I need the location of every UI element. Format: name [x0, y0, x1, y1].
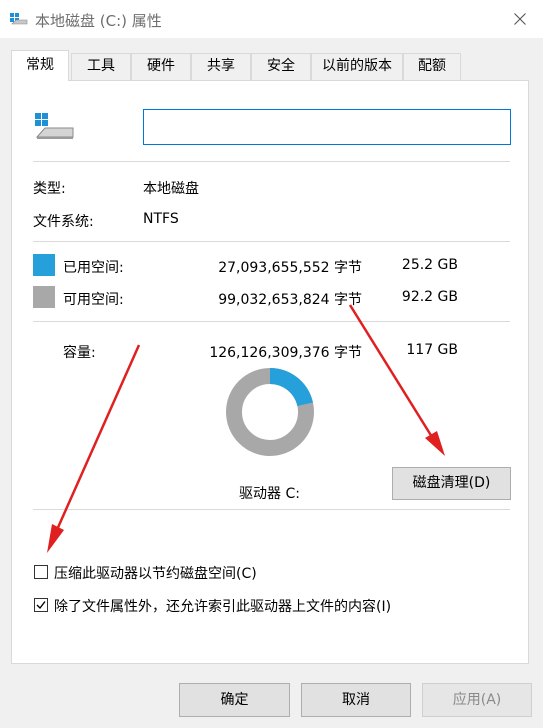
- tab-sharing[interactable]: 共享: [191, 53, 251, 80]
- filesystem-value: NTFS: [143, 211, 179, 227]
- capacity-bytes: 126,126,309,376 字节: [209, 345, 362, 361]
- type-value: 本地磁盘: [143, 181, 199, 197]
- tab-security[interactable]: 安全: [251, 53, 311, 80]
- compress-checkbox-label[interactable]: 压缩此驱动器以节约磁盘空间(C): [54, 563, 257, 583]
- window-title: 本地磁盘 (C:) 属性: [35, 12, 162, 30]
- drive-label: 驱动器 C:: [239, 486, 300, 502]
- capacity-label: 容量:: [63, 345, 96, 361]
- used-space-label: 已用空间:: [63, 260, 124, 276]
- separator: [33, 241, 510, 242]
- index-checkbox-label[interactable]: 除了文件属性外，还允许索引此驱动器上文件的内容(I): [54, 596, 391, 616]
- tab-quota[interactable]: 配额: [403, 53, 461, 80]
- type-label: 类型:: [33, 181, 66, 197]
- free-space-label: 可用空间:: [63, 292, 124, 308]
- tab-tools[interactable]: 工具: [71, 53, 131, 80]
- filesystem-label: 文件系统:: [33, 214, 94, 230]
- separator: [33, 321, 510, 322]
- close-button[interactable]: [497, 0, 543, 38]
- separator: [33, 161, 510, 162]
- general-panel: 类型: 本地磁盘 文件系统: NTFS 已用空间: 27,093,655,552…: [11, 80, 529, 664]
- free-space-swatch: [33, 286, 55, 308]
- disk-cleanup-button[interactable]: 磁盘清理(D): [392, 467, 511, 500]
- tab-previous-versions[interactable]: 以前的版本: [311, 53, 403, 80]
- ok-button[interactable]: 确定: [179, 683, 290, 717]
- cancel-button[interactable]: 取消: [301, 683, 411, 717]
- separator: [33, 509, 510, 510]
- free-space-size: 92.2 GB: [401, 289, 458, 305]
- apply-button[interactable]: 应用(A): [422, 683, 532, 717]
- tab-general[interactable]: 常规: [11, 50, 69, 81]
- usage-donut-chart: [226, 368, 314, 456]
- volume-name-input[interactable]: [143, 109, 511, 145]
- title-bar: 本地磁盘 (C:) 属性: [0, 0, 543, 38]
- close-icon: [514, 13, 526, 25]
- free-space-bytes: 99,032,653,824 字节: [218, 292, 362, 308]
- hard-drive-icon: [35, 113, 74, 139]
- tab-hardware[interactable]: 硬件: [131, 53, 191, 80]
- checkmark-icon: [36, 601, 46, 610]
- capacity-size: 117 GB: [406, 342, 458, 358]
- used-space-size: 25.2 GB: [401, 257, 458, 273]
- used-space-swatch: [33, 254, 55, 276]
- compress-checkbox[interactable]: [34, 565, 48, 579]
- index-checkbox[interactable]: [34, 598, 48, 612]
- drive-icon: [10, 13, 28, 25]
- used-space-bytes: 27,093,655,552 字节: [218, 260, 362, 276]
